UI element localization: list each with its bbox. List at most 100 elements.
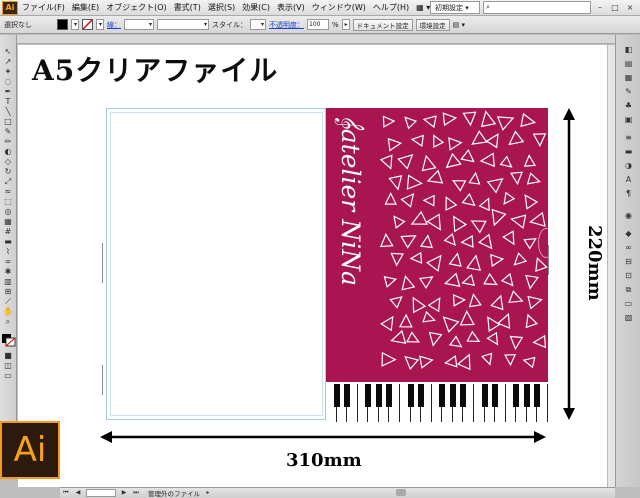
blend-tool-icon[interactable]: ∞: [2, 257, 14, 266]
style-label: スタイル：: [212, 20, 247, 29]
magic-wand-tool-icon[interactable]: ✦: [2, 67, 14, 76]
menu-view[interactable]: 表示(V): [277, 2, 305, 13]
color-mode-icon[interactable]: ■: [2, 351, 14, 360]
last-artboard-icon[interactable]: ⏭: [132, 489, 140, 497]
line-tool-icon[interactable]: ╲: [2, 107, 14, 116]
stroke-panel-icon[interactable]: ≡: [623, 133, 634, 143]
stroke-dropdown[interactable]: ▾: [96, 19, 104, 30]
transparency-panel-icon[interactable]: ◑: [623, 161, 634, 171]
eyedropper-tool-icon[interactable]: ⌇: [2, 247, 14, 256]
prev-artboard-icon[interactable]: ◀: [74, 489, 82, 497]
scale-tool-icon[interactable]: ⤢: [2, 177, 14, 186]
pattern-triangle: [409, 251, 423, 264]
zoom-tool-icon[interactable]: ⌕: [2, 317, 14, 326]
pattern-triangle: [513, 252, 528, 266]
workspace-select[interactable]: 初期設定 ▾: [430, 1, 480, 14]
slice-tool-icon[interactable]: ⟋: [2, 297, 14, 306]
gradient-panel-icon[interactable]: ▬: [623, 147, 634, 157]
preferences-button[interactable]: 環境設定: [415, 18, 450, 31]
pattern-triangle: [382, 115, 396, 128]
transform-panel-icon[interactable]: ⊡: [623, 271, 634, 281]
search-input[interactable]: ⌕: [483, 1, 591, 14]
artboard-tool-icon[interactable]: ⊞: [2, 287, 14, 296]
graphic-styles-panel-icon[interactable]: ▣: [623, 115, 634, 125]
swatches-panel-icon[interactable]: ▦: [623, 73, 634, 83]
artboard-number-field[interactable]: [86, 489, 116, 497]
character-panel-icon[interactable]: A: [623, 175, 634, 185]
fill-dropdown[interactable]: ▾: [71, 19, 79, 30]
artboard-canvas[interactable]: A5クリアファイル 𝄞atelier NiNa 310mm 220mm: [18, 45, 615, 487]
shape-builder-tool-icon[interactable]: ◎: [2, 207, 14, 216]
pen-tool-icon[interactable]: ✒: [2, 87, 14, 96]
opacity-label[interactable]: 不透明度：: [269, 20, 304, 30]
variable-width-dropdown[interactable]: ▾: [157, 19, 209, 30]
paragraph-panel-icon[interactable]: ¶: [623, 189, 634, 199]
document-settings-button[interactable]: ドキュメント設定: [352, 18, 413, 31]
style-dropdown[interactable]: ▾: [250, 19, 266, 30]
vertical-scrollbar[interactable]: [607, 45, 615, 487]
rotate-tool-icon[interactable]: ↻: [2, 167, 14, 176]
arrange-icon[interactable]: ▤ ▾: [453, 21, 465, 29]
menu-help[interactable]: ヘルプ(H): [373, 2, 409, 13]
links-panel-icon[interactable]: ∞: [623, 243, 634, 253]
direct-selection-tool-icon[interactable]: ↗: [2, 57, 14, 66]
pattern-triangle: [480, 110, 497, 128]
menu-effect[interactable]: 効果(C): [242, 2, 270, 13]
brand-logo-text: 𝄞atelier NiNa: [336, 114, 365, 286]
maximize-button[interactable]: □: [609, 2, 621, 14]
brushes-panel-icon[interactable]: ✎: [623, 87, 634, 97]
gradient-tool-icon[interactable]: ▬: [2, 237, 14, 246]
pattern-triangle: [397, 154, 414, 170]
layers-panel-icon[interactable]: ◆: [623, 229, 634, 239]
color-guide-panel-icon[interactable]: ▤: [623, 59, 634, 69]
free-transform-tool-icon[interactable]: ⬚: [2, 197, 14, 206]
type-tool-icon[interactable]: T: [2, 97, 14, 106]
opacity-field[interactable]: 100: [307, 19, 329, 30]
appearance-panel-icon[interactable]: ◉: [623, 211, 634, 221]
navigator-panel-icon[interactable]: ▧: [623, 313, 634, 323]
menu-select[interactable]: 選択(S): [208, 2, 235, 13]
menu-object[interactable]: オブジェクト(O): [106, 2, 167, 13]
mesh-tool-icon[interactable]: #: [2, 227, 14, 236]
stroke-weight-field[interactable]: ▾: [124, 19, 154, 30]
minimize-button[interactable]: –: [594, 2, 606, 14]
pattern-triangle: [445, 152, 462, 169]
close-button[interactable]: ×: [624, 2, 636, 14]
opacity-dropdown[interactable]: ▸: [341, 19, 350, 30]
blob-brush-tool-icon[interactable]: ◐: [2, 147, 14, 156]
selection-tool-icon[interactable]: ↖: [2, 47, 14, 56]
fill-stroke-icon[interactable]: [1, 333, 16, 347]
artboards-panel-icon[interactable]: ▭: [623, 299, 634, 309]
menu-edit[interactable]: 編集(E): [72, 2, 99, 13]
first-artboard-icon[interactable]: ⏮: [62, 489, 70, 497]
menu-window[interactable]: ウィンドウ(W): [312, 2, 366, 13]
rectangle-tool-icon[interactable]: □: [2, 117, 14, 126]
perspective-grid-tool-icon[interactable]: ▦: [2, 217, 14, 226]
pattern-triangle: [478, 197, 490, 212]
warp-tool-icon[interactable]: ≈: [2, 187, 14, 196]
menu-file[interactable]: ファイル(F): [22, 2, 65, 13]
symbol-sprayer-tool-icon[interactable]: ✱: [2, 267, 14, 276]
bridge-icon[interactable]: ▦ ▾: [416, 3, 430, 12]
drawing-mode-icon[interactable]: ◫: [2, 361, 14, 370]
screen-mode-icon[interactable]: ▭: [2, 371, 14, 380]
pattern-triangle: [406, 331, 420, 343]
symbols-panel-icon[interactable]: ♣: [623, 101, 634, 111]
hand-tool-icon[interactable]: ✋: [2, 307, 14, 316]
fill-swatch[interactable]: [57, 19, 68, 30]
column-graph-tool-icon[interactable]: ▥: [2, 277, 14, 286]
status-menu-icon[interactable]: ▸: [204, 489, 212, 497]
search-icon: ⌕: [486, 3, 490, 11]
align-panel-icon[interactable]: ⊟: [623, 257, 634, 267]
lasso-tool-icon[interactable]: ◌: [2, 77, 14, 86]
pathfinder-panel-icon[interactable]: ⧉: [623, 285, 634, 295]
eraser-tool-icon[interactable]: ◇: [2, 157, 14, 166]
stroke-swatch[interactable]: [82, 19, 93, 30]
color-panel-icon[interactable]: ◧: [623, 45, 634, 55]
horizontal-scrollbar-thumb[interactable]: [396, 489, 406, 496]
pencil-tool-icon[interactable]: ✏: [2, 137, 14, 146]
menu-type[interactable]: 書式(T): [174, 2, 201, 13]
next-artboard-icon[interactable]: ▶: [120, 489, 128, 497]
paintbrush-tool-icon[interactable]: ✎: [2, 127, 14, 136]
stroke-label[interactable]: 線：: [107, 20, 121, 30]
